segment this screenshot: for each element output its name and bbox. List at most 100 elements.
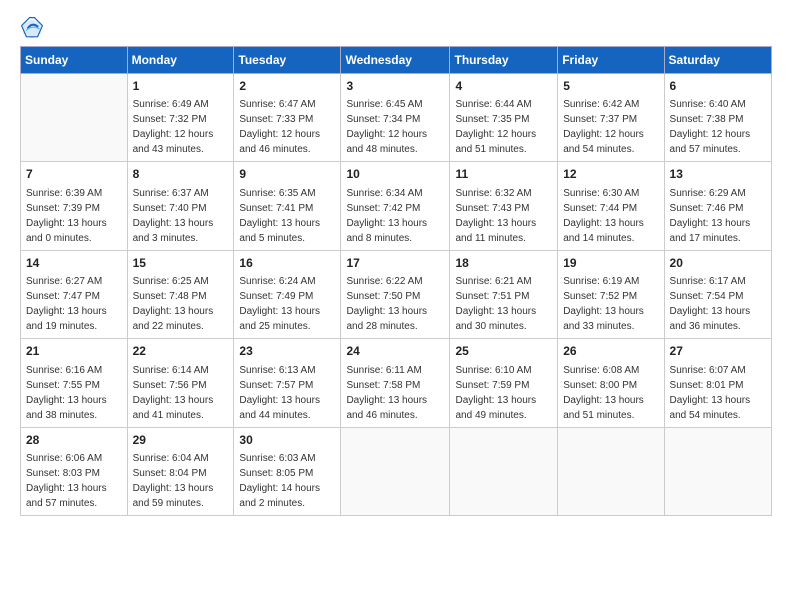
day-info: Sunrise: 6:04 AM Sunset: 8:04 PM Dayligh…	[133, 451, 229, 511]
day-info: Sunrise: 6:21 AM Sunset: 7:51 PM Dayligh…	[455, 274, 552, 334]
calendar-cell: 18 Sunrise: 6:21 AM Sunset: 7:51 PM Dayli…	[450, 250, 558, 338]
calendar-cell: 29 Sunrise: 6:04 AM Sunset: 8:04 PM Dayli…	[127, 427, 234, 515]
calendar-cell: 17 Sunrise: 6:22 AM Sunset: 7:50 PM Dayli…	[341, 250, 450, 338]
day-number: 6	[670, 78, 766, 95]
calendar-cell: 12 Sunrise: 6:30 AM Sunset: 7:44 PM Dayli…	[558, 162, 664, 250]
day-info: Sunrise: 6:03 AM Sunset: 8:05 PM Dayligh…	[239, 451, 335, 511]
day-number: 15	[133, 255, 229, 272]
calendar-cell: 4 Sunrise: 6:44 AM Sunset: 7:35 PM Daylig…	[450, 74, 558, 162]
calendar-week-row: 14 Sunrise: 6:27 AM Sunset: 7:47 PM Dayli…	[21, 250, 772, 338]
day-info: Sunrise: 6:35 AM Sunset: 7:41 PM Dayligh…	[239, 186, 335, 246]
calendar-cell: 30 Sunrise: 6:03 AM Sunset: 8:05 PM Dayli…	[234, 427, 341, 515]
calendar-week-row: 28 Sunrise: 6:06 AM Sunset: 8:03 PM Dayli…	[21, 427, 772, 515]
calendar-cell: 6 Sunrise: 6:40 AM Sunset: 7:38 PM Daylig…	[664, 74, 771, 162]
day-number: 27	[670, 343, 766, 360]
day-info: Sunrise: 6:49 AM Sunset: 7:32 PM Dayligh…	[133, 97, 229, 157]
day-info: Sunrise: 6:27 AM Sunset: 7:47 PM Dayligh…	[26, 274, 122, 334]
weekday-header-sunday: Sunday	[21, 47, 128, 74]
page-header	[20, 16, 772, 40]
weekday-header-saturday: Saturday	[664, 47, 771, 74]
calendar-cell: 8Sunrise: 6:37 AM Sunset: 7:40 PM Daylig…	[127, 162, 234, 250]
day-number: 1	[133, 78, 229, 95]
day-info: Sunrise: 6:29 AM Sunset: 7:46 PM Dayligh…	[670, 186, 766, 246]
day-number: 17	[346, 255, 444, 272]
day-info: Sunrise: 6:25 AM Sunset: 7:48 PM Dayligh…	[133, 274, 229, 334]
day-info: Sunrise: 6:39 AM Sunset: 7:39 PM Dayligh…	[26, 186, 122, 246]
day-number: 23	[239, 343, 335, 360]
logo-icon	[20, 16, 44, 40]
day-number: 25	[455, 343, 552, 360]
calendar-cell: 22 Sunrise: 6:14 AM Sunset: 7:56 PM Dayli…	[127, 339, 234, 427]
calendar-cell	[21, 74, 128, 162]
weekday-header-tuesday: Tuesday	[234, 47, 341, 74]
day-info: Sunrise: 6:07 AM Sunset: 8:01 PM Dayligh…	[670, 363, 766, 423]
day-info: Sunrise: 6:47 AM Sunset: 7:33 PM Dayligh…	[239, 97, 335, 157]
day-number: 18	[455, 255, 552, 272]
calendar-table: SundayMondayTuesdayWednesdayThursdayFrid…	[20, 46, 772, 516]
calendar-cell: 16 Sunrise: 6:24 AM Sunset: 7:49 PM Dayli…	[234, 250, 341, 338]
day-info: Sunrise: 6:06 AM Sunset: 8:03 PM Dayligh…	[26, 451, 122, 511]
calendar-cell	[450, 427, 558, 515]
calendar-cell: 11Sunrise: 6:32 AM Sunset: 7:43 PM Dayli…	[450, 162, 558, 250]
day-info: Sunrise: 6:24 AM Sunset: 7:49 PM Dayligh…	[239, 274, 335, 334]
calendar-cell: 15 Sunrise: 6:25 AM Sunset: 7:48 PM Dayli…	[127, 250, 234, 338]
calendar-cell: 2 Sunrise: 6:47 AM Sunset: 7:33 PM Daylig…	[234, 74, 341, 162]
day-number: 5	[563, 78, 658, 95]
calendar-cell: 1 Sunrise: 6:49 AM Sunset: 7:32 PM Daylig…	[127, 74, 234, 162]
calendar-cell: 10Sunrise: 6:34 AM Sunset: 7:42 PM Dayli…	[341, 162, 450, 250]
day-info: Sunrise: 6:14 AM Sunset: 7:56 PM Dayligh…	[133, 363, 229, 423]
calendar-cell	[558, 427, 664, 515]
calendar-cell: 9 Sunrise: 6:35 AM Sunset: 7:41 PM Daylig…	[234, 162, 341, 250]
calendar-cell: 19Sunrise: 6:19 AM Sunset: 7:52 PM Dayli…	[558, 250, 664, 338]
calendar-cell: 7 Sunrise: 6:39 AM Sunset: 7:39 PM Daylig…	[21, 162, 128, 250]
calendar-cell: 28 Sunrise: 6:06 AM Sunset: 8:03 PM Dayli…	[21, 427, 128, 515]
calendar-cell: 24 Sunrise: 6:11 AM Sunset: 7:58 PM Dayli…	[341, 339, 450, 427]
day-number: 4	[455, 78, 552, 95]
day-info: Sunrise: 6:30 AM Sunset: 7:44 PM Dayligh…	[563, 186, 658, 246]
day-info: Sunrise: 6:42 AM Sunset: 7:37 PM Dayligh…	[563, 97, 658, 157]
weekday-header-monday: Monday	[127, 47, 234, 74]
weekday-header-thursday: Thursday	[450, 47, 558, 74]
day-number: 16	[239, 255, 335, 272]
day-info: Sunrise: 6:40 AM Sunset: 7:38 PM Dayligh…	[670, 97, 766, 157]
day-number: 14	[26, 255, 122, 272]
day-number: 28	[26, 432, 122, 449]
day-info: Sunrise: 6:13 AM Sunset: 7:57 PM Dayligh…	[239, 363, 335, 423]
day-info: Sunrise: 6:19 AM Sunset: 7:52 PM Dayligh…	[563, 274, 658, 334]
day-number: 30	[239, 432, 335, 449]
calendar-cell: 25 Sunrise: 6:10 AM Sunset: 7:59 PM Dayli…	[450, 339, 558, 427]
weekday-header-wednesday: Wednesday	[341, 47, 450, 74]
day-info: Sunrise: 6:32 AM Sunset: 7:43 PM Dayligh…	[455, 186, 552, 246]
calendar-week-row: 1 Sunrise: 6:49 AM Sunset: 7:32 PM Daylig…	[21, 74, 772, 162]
day-number: 20	[670, 255, 766, 272]
day-number: 24	[346, 343, 444, 360]
day-number: 9	[239, 166, 335, 183]
day-info: Sunrise: 6:44 AM Sunset: 7:35 PM Dayligh…	[455, 97, 552, 157]
day-info: Sunrise: 6:45 AM Sunset: 7:34 PM Dayligh…	[346, 97, 444, 157]
day-info: Sunrise: 6:22 AM Sunset: 7:50 PM Dayligh…	[346, 274, 444, 334]
calendar-cell: 20 Sunrise: 6:17 AM Sunset: 7:54 PM Dayli…	[664, 250, 771, 338]
day-number: 12	[563, 166, 658, 183]
day-info: Sunrise: 6:11 AM Sunset: 7:58 PM Dayligh…	[346, 363, 444, 423]
calendar-cell: 23 Sunrise: 6:13 AM Sunset: 7:57 PM Dayli…	[234, 339, 341, 427]
calendar-cell: 5 Sunrise: 6:42 AM Sunset: 7:37 PM Daylig…	[558, 74, 664, 162]
day-number: 7	[26, 166, 122, 183]
day-number: 22	[133, 343, 229, 360]
day-info: Sunrise: 6:08 AM Sunset: 8:00 PM Dayligh…	[563, 363, 658, 423]
calendar-header-row: SundayMondayTuesdayWednesdayThursdayFrid…	[21, 47, 772, 74]
day-number: 26	[563, 343, 658, 360]
day-number: 29	[133, 432, 229, 449]
day-number: 2	[239, 78, 335, 95]
calendar-cell: 27 Sunrise: 6:07 AM Sunset: 8:01 PM Dayli…	[664, 339, 771, 427]
day-info: Sunrise: 6:10 AM Sunset: 7:59 PM Dayligh…	[455, 363, 552, 423]
calendar-week-row: 7 Sunrise: 6:39 AM Sunset: 7:39 PM Daylig…	[21, 162, 772, 250]
day-info: Sunrise: 6:37 AM Sunset: 7:40 PM Dayligh…	[133, 186, 229, 246]
calendar-cell: 13Sunrise: 6:29 AM Sunset: 7:46 PM Dayli…	[664, 162, 771, 250]
calendar-cell: 21Sunrise: 6:16 AM Sunset: 7:55 PM Dayli…	[21, 339, 128, 427]
day-number: 3	[346, 78, 444, 95]
calendar-cell	[664, 427, 771, 515]
day-info: Sunrise: 6:17 AM Sunset: 7:54 PM Dayligh…	[670, 274, 766, 334]
day-info: Sunrise: 6:16 AM Sunset: 7:55 PM Dayligh…	[26, 363, 122, 423]
logo	[20, 16, 48, 40]
weekday-header-friday: Friday	[558, 47, 664, 74]
